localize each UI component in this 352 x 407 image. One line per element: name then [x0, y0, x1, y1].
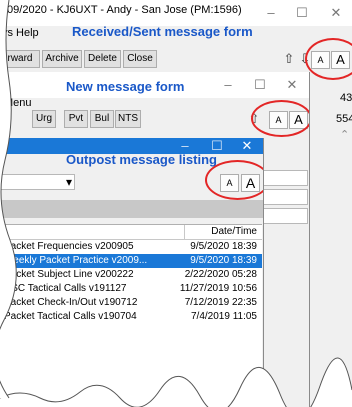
torn-edge-decoration: [0, 0, 352, 407]
